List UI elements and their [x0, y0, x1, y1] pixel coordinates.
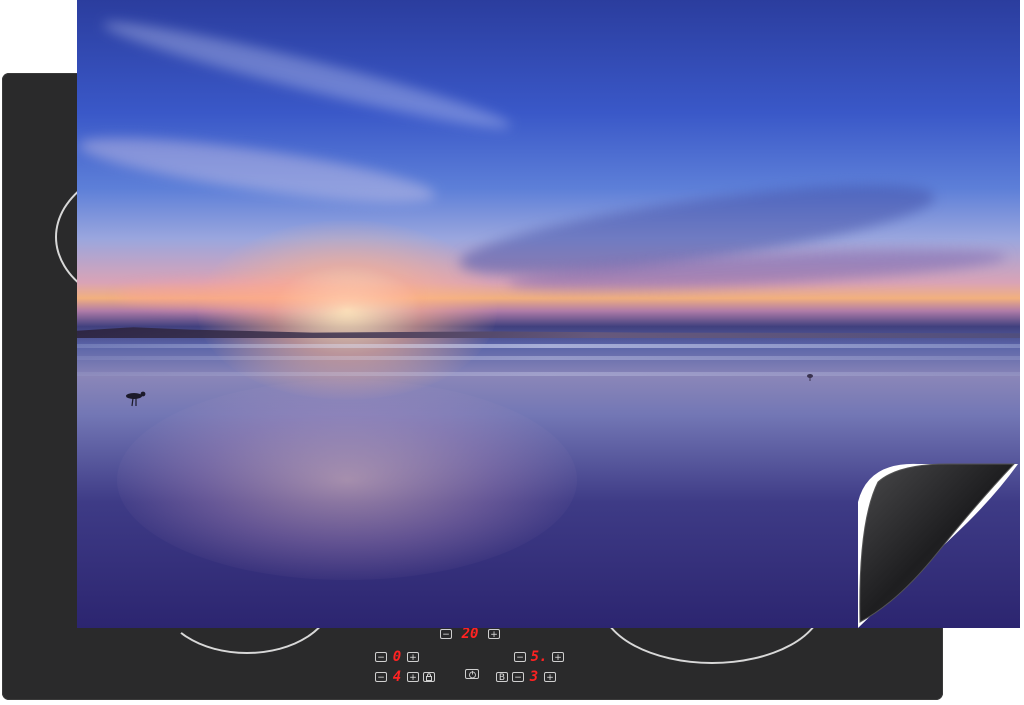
zone-right-bottom-minus-button[interactable]: − [512, 672, 524, 683]
cloud-streak [117, 280, 417, 310]
timer-minus-button[interactable]: − [440, 629, 452, 640]
zone-right-top-controls: − 5. + [514, 649, 564, 665]
surf-line [77, 356, 1020, 360]
cloud-streak [77, 125, 439, 215]
seagull-silhouette [126, 391, 146, 407]
cloud-streak [99, 9, 515, 141]
sunset-reflection [117, 380, 577, 580]
timer-display: 20 [461, 626, 479, 642]
timer-row: − 20 + [440, 626, 500, 642]
zone-left-bottom-plus-button[interactable]: + [407, 672, 419, 683]
zone-left-top-minus-button[interactable]: − [375, 652, 387, 663]
zone-right-bottom-controls: B − 3 + [496, 669, 556, 685]
zone-right-top-minus-button[interactable]: − [514, 652, 526, 663]
zone-left-bottom-controls: − 4 + [375, 669, 435, 685]
power-control [465, 669, 479, 679]
mat-peeled-corner [858, 463, 1018, 628]
lock-icon[interactable] [423, 672, 435, 682]
zone-left-bottom-minus-button[interactable]: − [375, 672, 387, 683]
zone-right-top-display: 5. [530, 649, 548, 665]
boost-button[interactable]: B [496, 672, 508, 683]
power-icon[interactable] [465, 669, 479, 679]
surf-line [77, 372, 1020, 376]
zone-left-top-plus-button[interactable]: + [407, 652, 419, 663]
distant-bird-silhouette [807, 374, 813, 381]
timer-plus-button[interactable]: + [488, 629, 500, 640]
zone-left-top-controls: − 0 + [375, 649, 419, 665]
zone-left-top-display: 0 [392, 649, 402, 665]
zone-right-bottom-plus-button[interactable]: + [544, 672, 556, 683]
zone-right-top-plus-button[interactable]: + [552, 652, 564, 663]
zone-left-bottom-display: 4 [392, 669, 402, 685]
zone-right-bottom-display: 3 [529, 669, 539, 685]
surf-line [77, 344, 1020, 348]
